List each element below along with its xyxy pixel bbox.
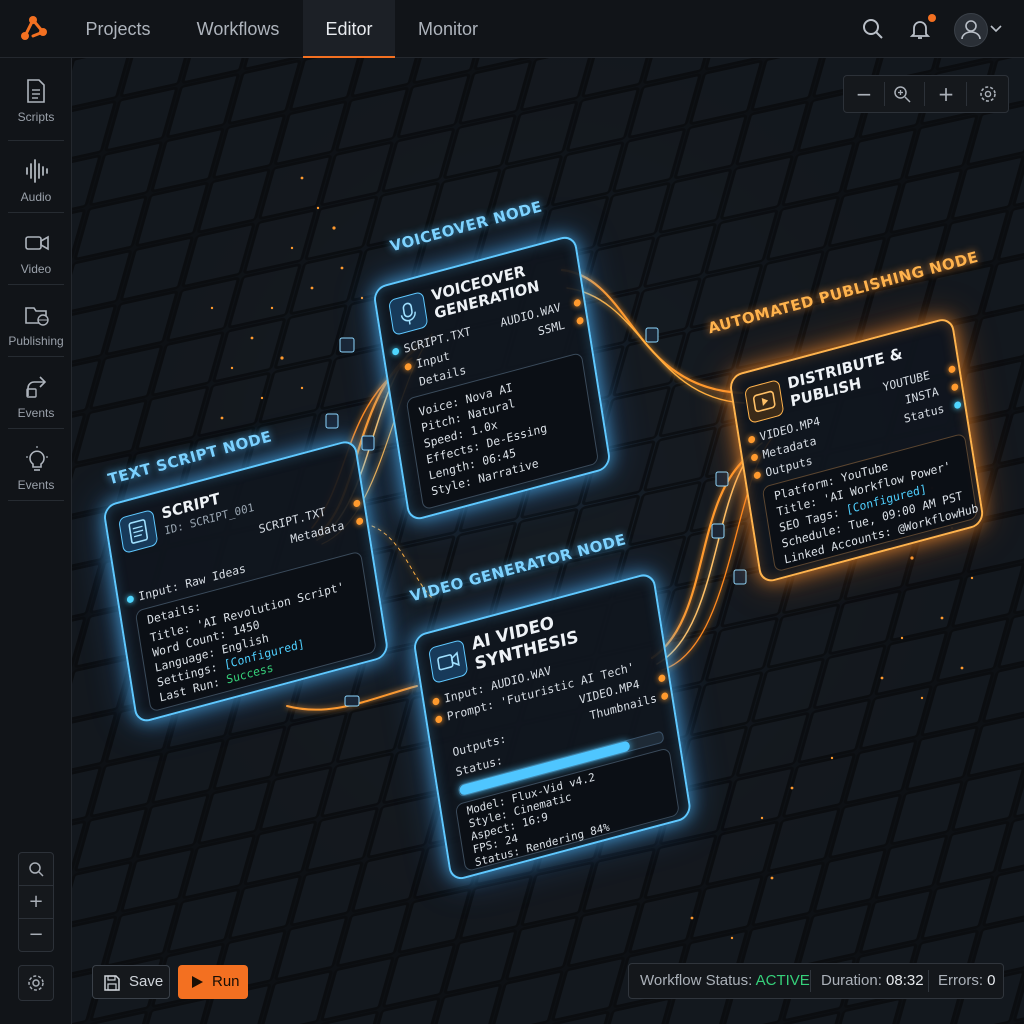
- share-arrow-icon: [26, 376, 47, 398]
- run-button[interactable]: Run: [178, 965, 248, 999]
- gear-icon: [980, 86, 996, 102]
- sidebar-item-events[interactable]: Events: [0, 362, 72, 434]
- sidebar-item-audio[interactable]: Audio: [0, 146, 72, 218]
- node-title: AI VIDEO SYNTHESIS: [470, 607, 580, 675]
- status-divider: [810, 970, 811, 992]
- tab-projects[interactable]: Projects: [66, 0, 170, 58]
- duration-value: 08:32: [886, 972, 924, 989]
- play-icon: [752, 390, 776, 413]
- video-camera-icon: [437, 651, 460, 671]
- microphone-icon: [400, 302, 416, 325]
- output-port[interactable]: [657, 673, 666, 683]
- waveform-icon: [26, 159, 48, 183]
- output-port[interactable]: [950, 382, 959, 392]
- output-port[interactable]: [948, 364, 956, 374]
- video-node-icon: [428, 638, 469, 685]
- input-port[interactable]: [126, 594, 135, 604]
- folder-globe-icon: [25, 307, 49, 326]
- tab-workflows[interactable]: Workflows: [178, 0, 298, 58]
- output-port[interactable]: [573, 298, 582, 308]
- run-label: Run: [212, 973, 240, 990]
- sidebar-divider: [8, 212, 64, 213]
- document-icon: [27, 79, 45, 103]
- input-port[interactable]: [434, 715, 443, 724]
- sidebar-item-label: Events: [17, 478, 55, 492]
- tab-monitor[interactable]: Monitor: [400, 0, 496, 58]
- canvas-toolbar: − +: [843, 75, 1009, 113]
- search-icon[interactable]: [861, 17, 885, 41]
- sidebar-item-label: Video: [20, 262, 52, 276]
- sidebar-item-video[interactable]: Video: [0, 218, 72, 290]
- sidebar-item-publishing[interactable]: Publishing: [0, 290, 72, 362]
- zoom-in-button[interactable]: +: [19, 885, 53, 918]
- zoom-icon: [29, 862, 44, 877]
- video-camera-icon: [25, 235, 49, 251]
- toolbar-divider: [966, 82, 967, 106]
- sidebar-item-events-2[interactable]: Events: [0, 434, 72, 506]
- input-port[interactable]: [391, 347, 400, 356]
- save-label: Save: [129, 973, 164, 990]
- avatar[interactable]: [954, 13, 988, 47]
- workflow-status-value: ACTIVE: [755, 972, 810, 989]
- sidebar-divider: [8, 500, 64, 501]
- status-bar: Workflow Status: ACTIVE Duration: 08:32 …: [628, 963, 1004, 999]
- sidebar-item-label: Events: [17, 406, 55, 420]
- zoom-controls: + −: [18, 852, 54, 952]
- top-bar: Projects Workflows Editor Monitor: [0, 0, 1024, 58]
- workflow-canvas[interactable]: TEXT SCRIPT NODE SCRIPT ID: SCRIPT_001 S…: [72, 58, 1024, 1024]
- status-divider: [928, 970, 929, 992]
- voiceover-node-icon: [388, 290, 429, 337]
- script-node-icon: [118, 508, 159, 555]
- input-port[interactable]: [747, 435, 756, 444]
- input-port[interactable]: [750, 453, 759, 462]
- app-logo-icon[interactable]: [16, 12, 50, 46]
- sidebar-divider: [8, 284, 64, 285]
- input-port[interactable]: [753, 470, 762, 480]
- workflow-status-label: Workflow Status:: [640, 972, 756, 989]
- zoom-out-button[interactable]: −: [844, 76, 884, 112]
- output-port[interactable]: [355, 516, 364, 526]
- add-node-button[interactable]: +: [926, 76, 966, 112]
- duration-label: Duration:: [821, 972, 887, 989]
- sidebar-divider: [8, 356, 64, 357]
- output-port[interactable]: [576, 316, 585, 326]
- settings-button[interactable]: [18, 965, 54, 1001]
- document-icon: [128, 519, 149, 544]
- output-port[interactable]: [660, 691, 669, 701]
- sidebar-item-label: Publishing: [8, 334, 64, 348]
- output-port[interactable]: [352, 499, 361, 508]
- workflow-status: Workflow Status: ACTIVE: [640, 964, 810, 998]
- zoom-out-button[interactable]: −: [19, 918, 53, 951]
- zoom-fit-button[interactable]: [19, 853, 53, 885]
- sidebar-item-label: Scripts: [17, 110, 55, 124]
- sidebar: Scripts Audio Video Publishing Events Ev…: [0, 58, 72, 1024]
- tab-editor[interactable]: Editor: [303, 0, 395, 58]
- canvas-settings-button[interactable]: [968, 76, 1008, 112]
- errors-label: Errors:: [938, 972, 988, 989]
- zoom-in-icon: [894, 86, 911, 103]
- errors-value: 0: [987, 972, 996, 989]
- zoom-in-magnifier-button[interactable]: [882, 76, 922, 112]
- sidebar-divider: [8, 140, 64, 141]
- play-icon: [192, 976, 203, 988]
- sidebar-item-scripts[interactable]: Scripts: [0, 66, 72, 138]
- publish-node-icon: [744, 378, 785, 425]
- sidebar-divider: [8, 428, 64, 429]
- lightbulb-icon: [26, 446, 48, 471]
- errors: Errors: 0: [938, 964, 996, 998]
- gear-icon: [28, 975, 44, 991]
- sidebar-item-label: Audio: [20, 190, 52, 204]
- save-button[interactable]: Save: [92, 965, 170, 999]
- input-port[interactable]: [432, 697, 440, 706]
- input-port[interactable]: [404, 362, 413, 372]
- output-port[interactable]: [953, 400, 962, 410]
- toolbar-divider: [924, 82, 925, 106]
- notification-dot: [928, 14, 936, 22]
- floppy-disk-icon: [104, 975, 120, 991]
- chevron-down-icon[interactable]: [990, 24, 1002, 34]
- output-port-label: SSML: [536, 317, 566, 339]
- user-icon: [961, 20, 981, 40]
- duration: Duration: 08:32: [821, 964, 924, 998]
